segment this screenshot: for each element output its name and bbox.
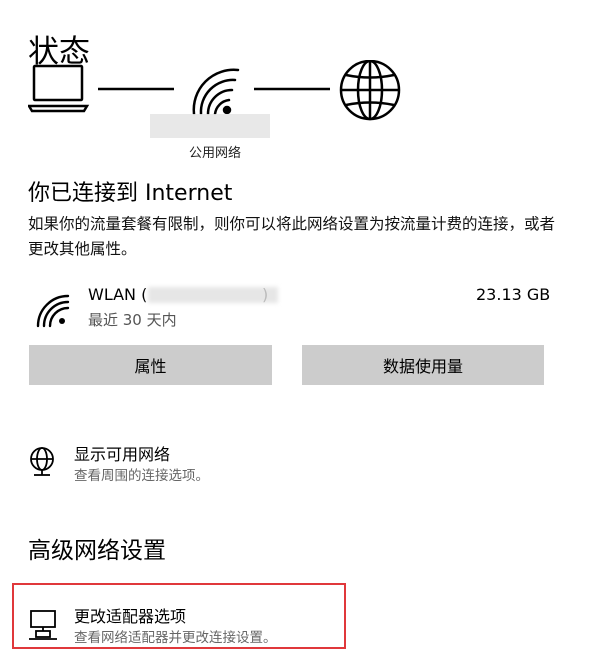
wlan-name-suffix: ) (262, 285, 269, 304)
adapter-options-title: 更改适配器选项 (74, 607, 187, 626)
redaction-blur (148, 287, 278, 303)
laptop-icon (28, 64, 90, 113)
usage-period: 最近 30 天内 (88, 311, 177, 329)
wifi-icon (192, 68, 240, 116)
wifi-icon (36, 294, 70, 328)
show-available-networks-link[interactable]: 显示可用网络 查看周围的连接选项。 (28, 445, 358, 490)
wlan-name: WLAN ( (88, 285, 148, 304)
network-name-label: 公用网络 (188, 146, 241, 161)
metered-description: 如果你的流量套餐有限制，则你可以将此网络设置为按流量计费的连接，或者更改其他属性… (28, 215, 556, 258)
advanced-settings-heading: 高级网络设置 (28, 538, 166, 564)
data-usage-value: 23.13 GB (476, 285, 551, 304)
network-adapter-icon (29, 610, 57, 640)
connection-status-heading: 你已连接到 Internet (28, 181, 233, 206)
change-adapter-options-link[interactable]: 更改适配器选项 查看网络适配器并更改连接设置。 (28, 607, 358, 652)
show-networks-title: 显示可用网络 (74, 445, 171, 464)
adapter-options-subtitle: 查看网络适配器并更改连接设置。 (74, 630, 277, 646)
globe-icon (339, 60, 401, 121)
globe-network-icon (30, 447, 54, 476)
show-networks-subtitle: 查看周围的连接选项。 (74, 468, 209, 484)
data-usage-button[interactable]: 数据使用量 (302, 345, 544, 385)
properties-button[interactable]: 属性 (29, 345, 272, 385)
redaction-blur (150, 114, 270, 138)
